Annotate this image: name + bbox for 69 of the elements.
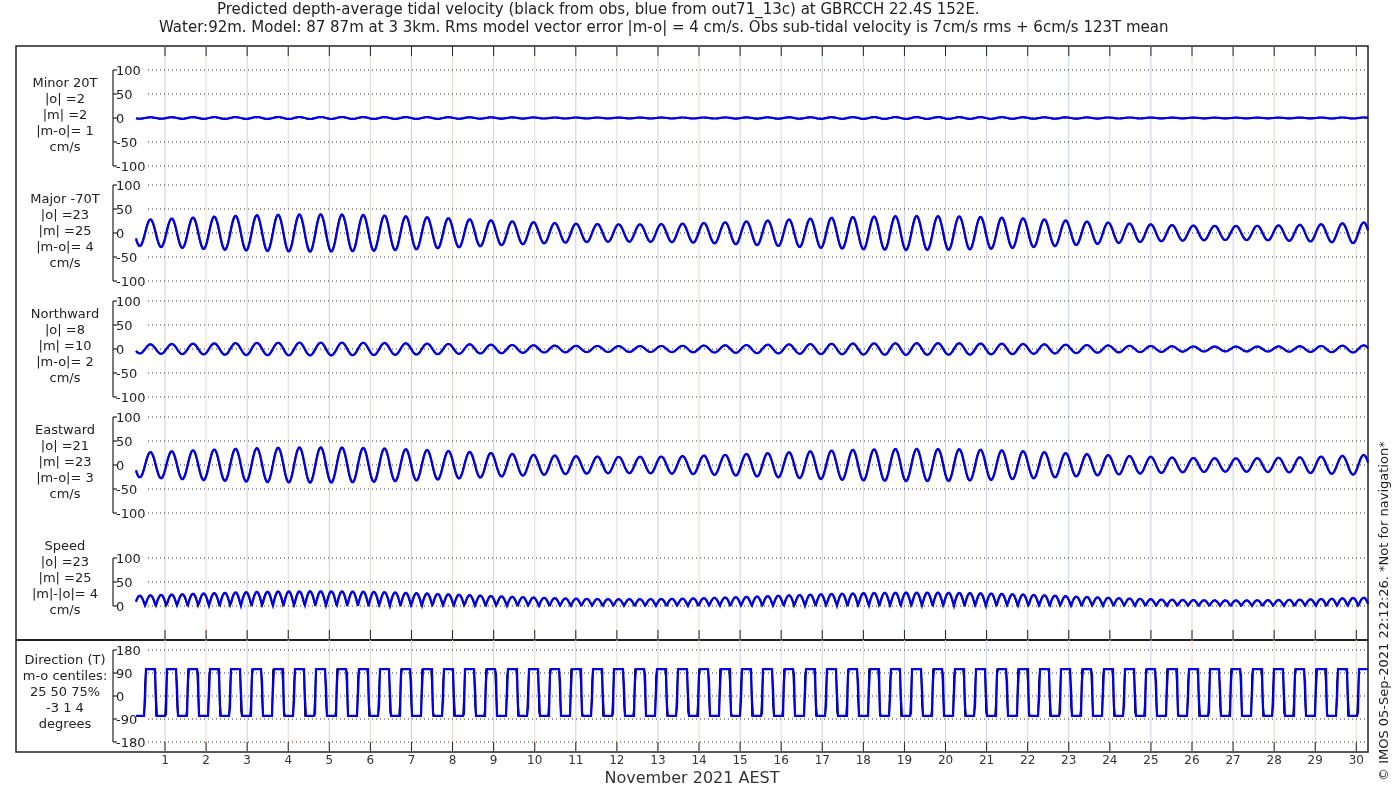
day-label: 13	[650, 753, 666, 767]
day-label: 18	[855, 753, 871, 767]
tick-label: -100	[116, 274, 146, 289]
day-label: 29	[1307, 753, 1323, 767]
tick-label: 100	[116, 63, 141, 78]
day-label: 1	[161, 753, 169, 767]
tick-label: -100	[116, 390, 146, 405]
day-label: 14	[691, 753, 707, 767]
day-label: 6	[366, 753, 375, 767]
day-label: 5	[325, 753, 334, 767]
tick-label: 50	[116, 318, 133, 333]
panel-label: Speed |o| =23 |m| =25 |m|-|o|= 4 cm/s	[30, 538, 100, 618]
tick-label: 0	[116, 226, 125, 241]
day-label: 8	[448, 753, 457, 767]
day-label: 24	[1102, 753, 1118, 767]
day-label: 11	[568, 753, 584, 767]
tick-label: 0	[116, 599, 125, 614]
panel-label: Major -70T |o| =23 |m| =25 |m-o|= 4 cm/s	[29, 191, 101, 271]
panel-label: Northward |o| =8 |m| =10 |m-o|= 2 cm/s	[29, 306, 101, 386]
chart-title: Water:92m. Model: 87 87m at 3 3km. Rms model vector error |m-o| = 4 cm/s. Obs sub-tidal velocity is 7cm/s rms + 6cm/s 123T mean	[159, 18, 1169, 36]
day-label: 10	[527, 753, 543, 767]
tick-label: 90	[116, 666, 133, 681]
day-label: 16	[773, 753, 789, 767]
tick-label: 50	[116, 202, 133, 217]
x-axis-label: November 2021 AEST	[604, 768, 780, 787]
chart-title: Predicted depth-average tidal velocity (black from obs, blue from out71_13c) at GBRCCH 22.4S 152E.	[217, 0, 980, 18]
day-label: 3	[243, 753, 251, 767]
tick-label: 0	[116, 111, 125, 126]
tick-label: -100	[116, 506, 146, 521]
tick-label: 0	[116, 458, 125, 473]
tick-label: 50	[116, 575, 133, 590]
day-label: 12	[609, 753, 625, 767]
y-axis	[112, 557, 118, 607]
tick-label: 100	[116, 178, 141, 193]
tick-label: 100	[116, 294, 141, 309]
tick-label: 0	[116, 689, 125, 704]
day-label: 20	[937, 753, 954, 767]
tick-label: 50	[116, 434, 133, 449]
day-label: 26	[1184, 753, 1200, 767]
day-label: 7	[407, 753, 416, 767]
panel-label: Direction (T) m-o centiles: 25 50 75% -3 1 4 degrees	[21, 652, 109, 732]
tick-label: -50	[116, 482, 138, 497]
tick-label: -50	[116, 135, 138, 150]
tick-label: -90	[116, 712, 138, 727]
tick-label: -50	[116, 366, 138, 381]
tick-label: -180	[116, 735, 146, 750]
day-label: 23	[1061, 753, 1077, 767]
day-label: 27	[1225, 753, 1241, 767]
day-label: 9	[489, 753, 498, 767]
panel-label: Eastward |o| =21 |m| =23 |m-o|= 3 cm/s	[34, 422, 96, 502]
day-label: 2	[202, 753, 210, 767]
tick-label: -100	[116, 159, 146, 174]
day-label: 28	[1266, 753, 1282, 767]
tick-label: 100	[116, 551, 141, 566]
tick-label: 100	[116, 410, 141, 425]
tick-label: 0	[116, 342, 125, 357]
tick-label: 50	[116, 87, 133, 102]
day-label: 21	[978, 753, 995, 767]
day-label: 4	[284, 753, 293, 767]
day-label: 22	[1020, 753, 1036, 767]
day-label: 30	[1348, 753, 1364, 767]
day-label: 15	[732, 753, 748, 767]
panel-label: Minor 20T |o| =2 |m| =2 |m-o|= 1 cm/s	[31, 75, 99, 155]
tick-label: -50	[116, 250, 138, 265]
tick-label: 180	[116, 643, 141, 658]
day-label: 17	[814, 753, 830, 767]
day-label: 19	[896, 753, 913, 767]
credit-text: © IMOS 05-Sep-2021 22:12:26. *Not for navigation*	[1376, 441, 1391, 781]
day-label: 25	[1143, 753, 1159, 767]
